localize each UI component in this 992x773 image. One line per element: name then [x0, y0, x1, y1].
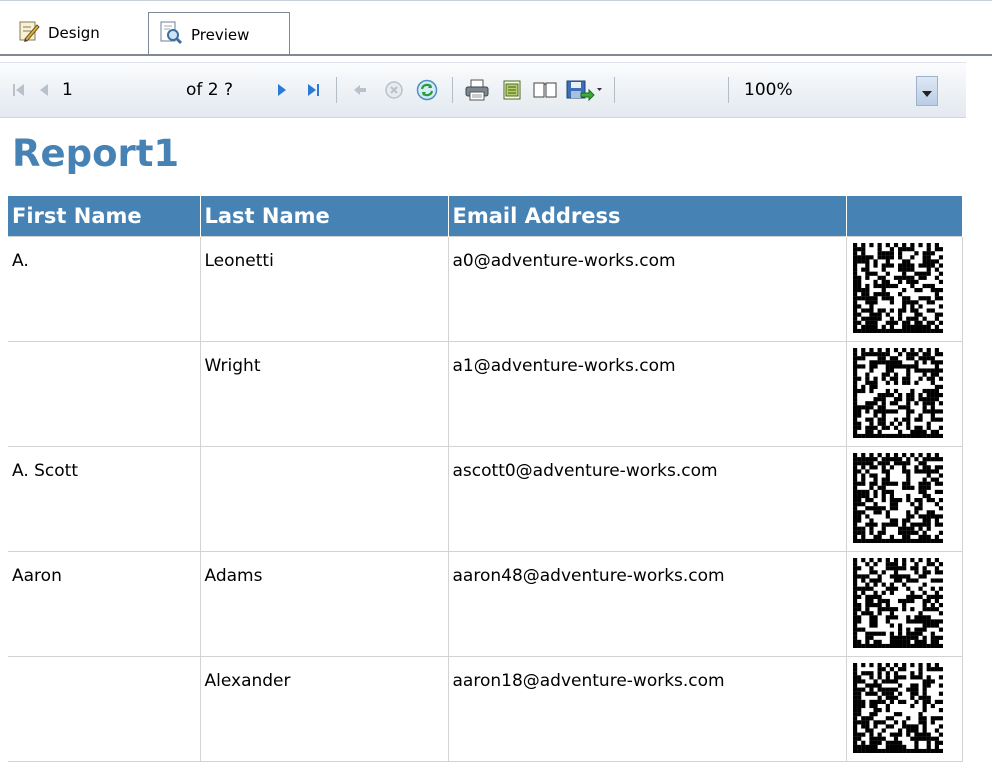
- divider: [336, 77, 337, 103]
- view-tabs: Design Preview: [0, 0, 992, 56]
- last-name-cell: Leonetti: [199, 236, 449, 342]
- previous-page-icon[interactable]: [34, 73, 56, 107]
- email-cell: a0@adventure-works.com: [447, 236, 847, 342]
- first-name-cell: Aaron: [8, 551, 201, 657]
- print-layout-icon[interactable]: [498, 73, 526, 107]
- report-toolbar: 1 of 2 ? 100%: [0, 62, 966, 118]
- divider: [728, 77, 729, 103]
- export-icon[interactable]: [564, 73, 604, 107]
- first-page-icon[interactable]: [8, 73, 30, 107]
- first-name-cell: A.: [8, 236, 201, 342]
- chevron-down-icon: [922, 82, 932, 101]
- datamatrix-barcode-icon: [852, 243, 943, 333]
- tab-strip-border: [0, 54, 992, 56]
- report-table: First Name Last Name Email Address A. Le…: [8, 196, 963, 762]
- print-icon[interactable]: [462, 73, 492, 107]
- barcode-cell: [845, 446, 963, 552]
- page-setup-icon[interactable]: [530, 73, 560, 107]
- datamatrix-barcode-icon: [852, 453, 943, 543]
- tab-preview-label: Preview: [191, 25, 250, 44]
- last-name-cell: Adams: [199, 551, 449, 657]
- table-row: A. Scott ascott0@adventure-works.com: [8, 446, 963, 552]
- next-page-icon[interactable]: [270, 73, 292, 107]
- table-row: Aaron Adams aaron48@adventure-works.com: [8, 551, 963, 657]
- table-row: Wright a1@adventure-works.com: [8, 341, 963, 447]
- datamatrix-barcode-icon: [852, 348, 943, 438]
- datamatrix-barcode-icon: [852, 558, 943, 648]
- datamatrix-barcode-icon: [852, 663, 943, 753]
- email-cell: ascott0@adventure-works.com: [447, 446, 847, 552]
- column-header-email: Email Address: [447, 196, 847, 237]
- design-pencil-icon: [18, 20, 40, 46]
- table-row: Alexander aaron18@adventure-works.com: [8, 656, 963, 762]
- first-name-cell: [8, 341, 201, 447]
- divider: [452, 77, 453, 103]
- last-page-icon[interactable]: [302, 73, 324, 107]
- last-name-cell: Alexander: [199, 656, 449, 762]
- first-name-cell: [8, 656, 201, 762]
- zoom-value: 100%: [744, 80, 793, 100]
- email-cell: aaron48@adventure-works.com: [447, 551, 847, 657]
- tab-design-label: Design: [48, 24, 100, 42]
- tab-preview[interactable]: Preview: [148, 12, 290, 56]
- divider: [0, 0, 992, 1]
- last-name-cell: [199, 446, 449, 552]
- email-cell: a1@adventure-works.com: [447, 341, 847, 447]
- email-cell: aaron18@adventure-works.com: [447, 656, 847, 762]
- page-count: of 2 ?: [186, 73, 266, 107]
- stop-icon[interactable]: [382, 73, 406, 107]
- table-header-row: First Name Last Name Email Address: [8, 196, 963, 237]
- zoom-select[interactable]: 100%: [744, 73, 904, 107]
- page-count-label: of 2 ?: [186, 80, 234, 100]
- barcode-cell: [845, 341, 963, 447]
- tab-design[interactable]: Design: [2, 12, 140, 54]
- column-header-barcode: [845, 196, 963, 237]
- column-header-last-name: Last Name: [199, 196, 449, 237]
- barcode-cell: [845, 551, 963, 657]
- divider: [614, 77, 615, 103]
- report-title: Report1: [12, 132, 180, 175]
- first-name-cell: A. Scott: [8, 446, 201, 552]
- page-number-value: 1: [62, 80, 73, 100]
- table-row: A. Leonetti a0@adventure-works.com: [8, 236, 963, 342]
- back-icon[interactable]: [348, 73, 372, 107]
- barcode-cell: [845, 236, 963, 342]
- preview-magnifier-icon: [159, 21, 183, 49]
- zoom-dropdown-button[interactable]: [916, 76, 938, 106]
- barcode-cell: [845, 656, 963, 762]
- page-number-input[interactable]: 1: [62, 73, 172, 107]
- column-header-first-name: First Name: [8, 196, 201, 237]
- refresh-icon[interactable]: [414, 73, 440, 107]
- last-name-cell: Wright: [199, 341, 449, 447]
